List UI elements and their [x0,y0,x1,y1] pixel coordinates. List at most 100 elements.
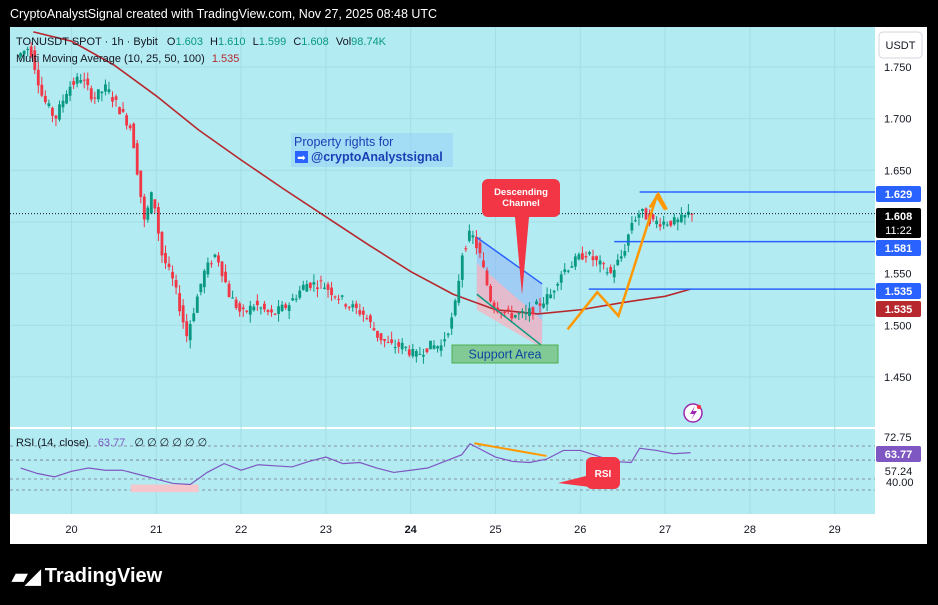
candle-down [43,95,47,103]
candle-up [351,304,355,308]
candle-up [248,305,252,315]
lightning-icon[interactable] [683,403,703,423]
candle-up [298,290,302,298]
candle-down [220,261,224,277]
candle-down [227,283,231,298]
candle-up [312,282,316,285]
tradingview-logo[interactable]: ▰◢ TradingView [12,564,162,589]
price-pane-bg [10,27,875,427]
candle-up [637,214,641,218]
candle-up [294,298,298,300]
support-area-label[interactable]: Support Area [451,344,559,364]
candle-up [231,297,235,299]
candle-down [478,242,482,254]
candle-down [82,79,86,81]
candle-up [323,287,326,289]
candle-up [287,305,291,311]
candle-up [400,342,404,350]
candle-down [531,307,535,315]
candle-up [107,89,111,93]
legend-h-label: H [210,36,218,48]
descending-line-2: Channel [502,198,539,209]
price-axis-label: 1.450 [884,372,912,384]
candle-down [464,248,468,250]
candle-down [266,310,270,313]
candle-up [195,296,199,313]
candle-up [528,308,531,316]
candle-up [535,301,538,305]
price-axis-label: 1.550 [884,269,912,281]
candle-up [96,89,100,100]
candle-down [503,311,507,313]
candle-down [164,252,167,264]
chart-canvas[interactable]: 1.750 1.700 1.650 1.550 1.500 1.450 20 21 22 23 24… [10,27,927,544]
candle-up [404,346,408,348]
currency-button[interactable]: USDT [878,31,923,59]
rsi-axis-top: 72.75 [884,432,912,444]
candle-up [683,214,687,218]
candle-up [418,353,422,355]
candle-up [524,312,528,315]
candle-down [181,305,185,323]
candle-down [506,308,510,310]
candle-down [354,303,358,308]
rsi-oversold-fill [130,484,199,493]
price-axis-label: 1.750 [884,62,912,74]
candle-down [651,214,655,220]
candle-up [422,354,425,357]
rsi-callout-text: RSI [595,469,612,480]
rsi-legend: RSI (14, close) 63.77 ∅ ∅ ∅ ∅ ∅ ∅ [16,437,207,449]
time-axis-label: 24 [405,524,418,536]
candle-down [383,339,386,341]
candle-up [259,307,263,309]
svg-text:1.629: 1.629 [885,189,913,201]
candle-up [453,300,457,316]
svg-text:1.535: 1.535 [885,286,913,298]
candle-down [358,310,362,315]
candle-down [584,256,588,258]
candle-down [372,328,376,331]
arrow-glyph: ➡ [297,153,306,164]
candle-up [556,283,560,286]
candle-down [489,285,492,302]
candle-up [520,311,524,313]
candle-up [104,84,107,92]
candle-down [174,280,178,288]
legend-line-2: Multi Moving Average (10, 25, 50, 100) 1… [16,53,239,65]
brand-name: TradingView [44,565,163,587]
candle-down [51,107,54,116]
currency-label: USDT [886,40,916,52]
candle-down [333,296,337,298]
candle-up [443,339,447,342]
legend-h: 1.610 [218,36,246,48]
candle-down [316,287,319,290]
chart-attribution: CryptoAnalystSignal created with Trading… [10,7,438,21]
candle-down [538,303,542,306]
candle-down [86,78,90,86]
candle-down [153,199,157,209]
chart-frame[interactable]: 1.750 1.700 1.650 1.550 1.500 1.450 20 21 22 23 24… [10,27,927,544]
candle-down [217,255,220,263]
candle-up [429,340,432,350]
price-tag-1629: 1.629 [876,186,921,202]
candle-down [609,266,613,273]
candle-down [111,97,114,102]
price-axis-label: 1.700 [884,114,912,126]
candle-up [252,306,256,311]
candle-up [570,266,574,268]
candle-up [439,345,443,351]
legend-symbol: TONUSDT SPOT · 1h · Bybit [16,36,158,48]
candle-up [545,294,549,305]
candle-up [192,313,196,322]
candle-down [485,270,489,286]
candle-down [118,107,121,115]
candle-down [602,263,606,265]
candle-down [284,304,288,308]
price-tag-1581: 1.581 [876,240,921,256]
time-axis-label: 23 [320,524,332,536]
candle-up [626,234,630,246]
candle-up [414,351,418,357]
candle-up [605,272,609,274]
candle-down [238,303,242,312]
candle-down [482,260,485,268]
